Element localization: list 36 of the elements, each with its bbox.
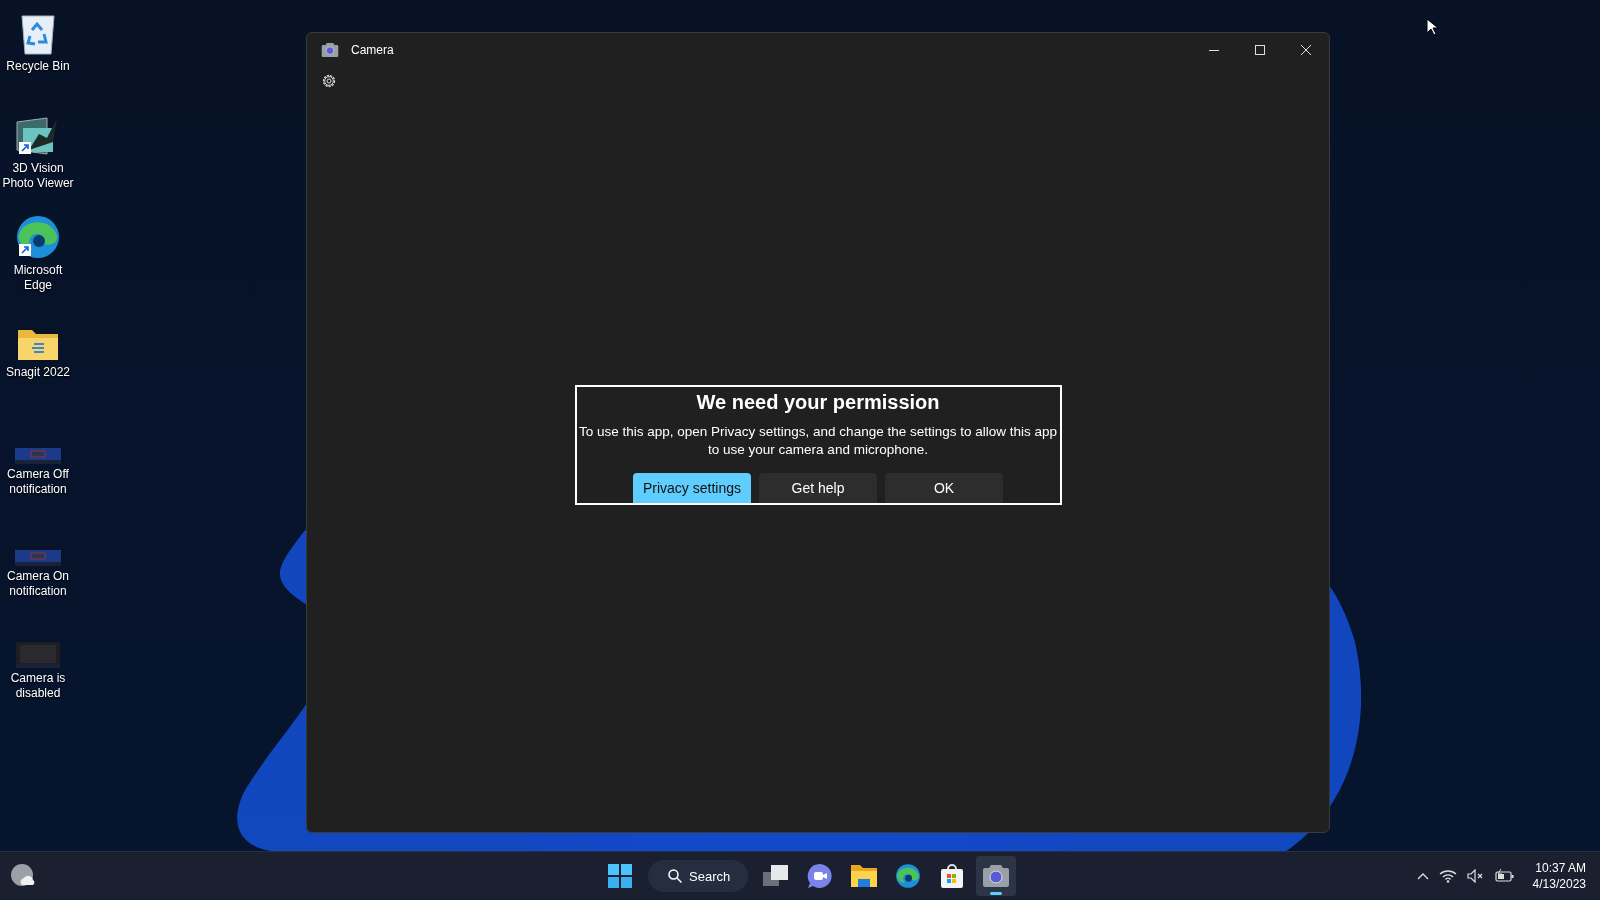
mouse-cursor-icon (1426, 18, 1438, 36)
maximize-icon (1255, 45, 1265, 55)
task-view-icon[interactable] (763, 864, 790, 888)
minimize-icon (1209, 49, 1219, 51)
wifi-icon[interactable] (1438, 869, 1457, 883)
clock-time[interactable]: 10:37 AM (1535, 860, 1586, 876)
dialog-button[interactable]: Get help (759, 473, 877, 503)
camera-icon[interactable] (983, 865, 1010, 887)
desktop-icon-label[interactable]: Camera Off notification (0, 467, 76, 497)
weather-cloud-icon[interactable] (10, 863, 36, 889)
close-icon (1301, 45, 1311, 55)
battery-charging-icon[interactable] (1494, 869, 1515, 883)
desktop-icon-label[interactable]: 3D Vision Photo Viewer (0, 161, 76, 191)
edge-logo-icon[interactable] (895, 863, 922, 889)
dialog-message: To use this app, open Privacy settings, and change the settings to allow this app to use your camera and microphone. (577, 423, 1058, 459)
desktop-icon-label[interactable]: Recycle Bin (6, 59, 70, 74)
desktop-icon-label[interactable]: Microsoft Edge (0, 263, 76, 293)
window-title: Camera (351, 43, 395, 57)
primary-button[interactable]: Privacy settings (633, 473, 751, 503)
search-box[interactable]: Search (648, 860, 749, 892)
settings-icon[interactable] (321, 73, 337, 89)
dialog-title: We need your permission (696, 390, 940, 415)
folder-icon[interactable] (851, 865, 878, 887)
desktop-icon-label[interactable]: Snagit 2022 (5, 365, 71, 380)
store-bag-icon[interactable] (940, 864, 965, 888)
search-icon (668, 869, 682, 883)
chevron-up-icon[interactable] (1416, 872, 1429, 880)
desktop-icon-label[interactable]: Camera is disabled (0, 671, 76, 701)
speaker-muted-icon[interactable] (1466, 869, 1485, 883)
clock-date[interactable]: 4/13/2023 (1532, 876, 1586, 892)
windows-start-icon[interactable] (608, 864, 632, 888)
chat-icon[interactable] (807, 863, 834, 889)
edge-logo-icon (15, 214, 61, 260)
camera-icon (321, 43, 339, 57)
dialog-button[interactable]: OK (885, 473, 1003, 503)
desktop-icon-label[interactable]: Camera On notification (0, 569, 76, 599)
